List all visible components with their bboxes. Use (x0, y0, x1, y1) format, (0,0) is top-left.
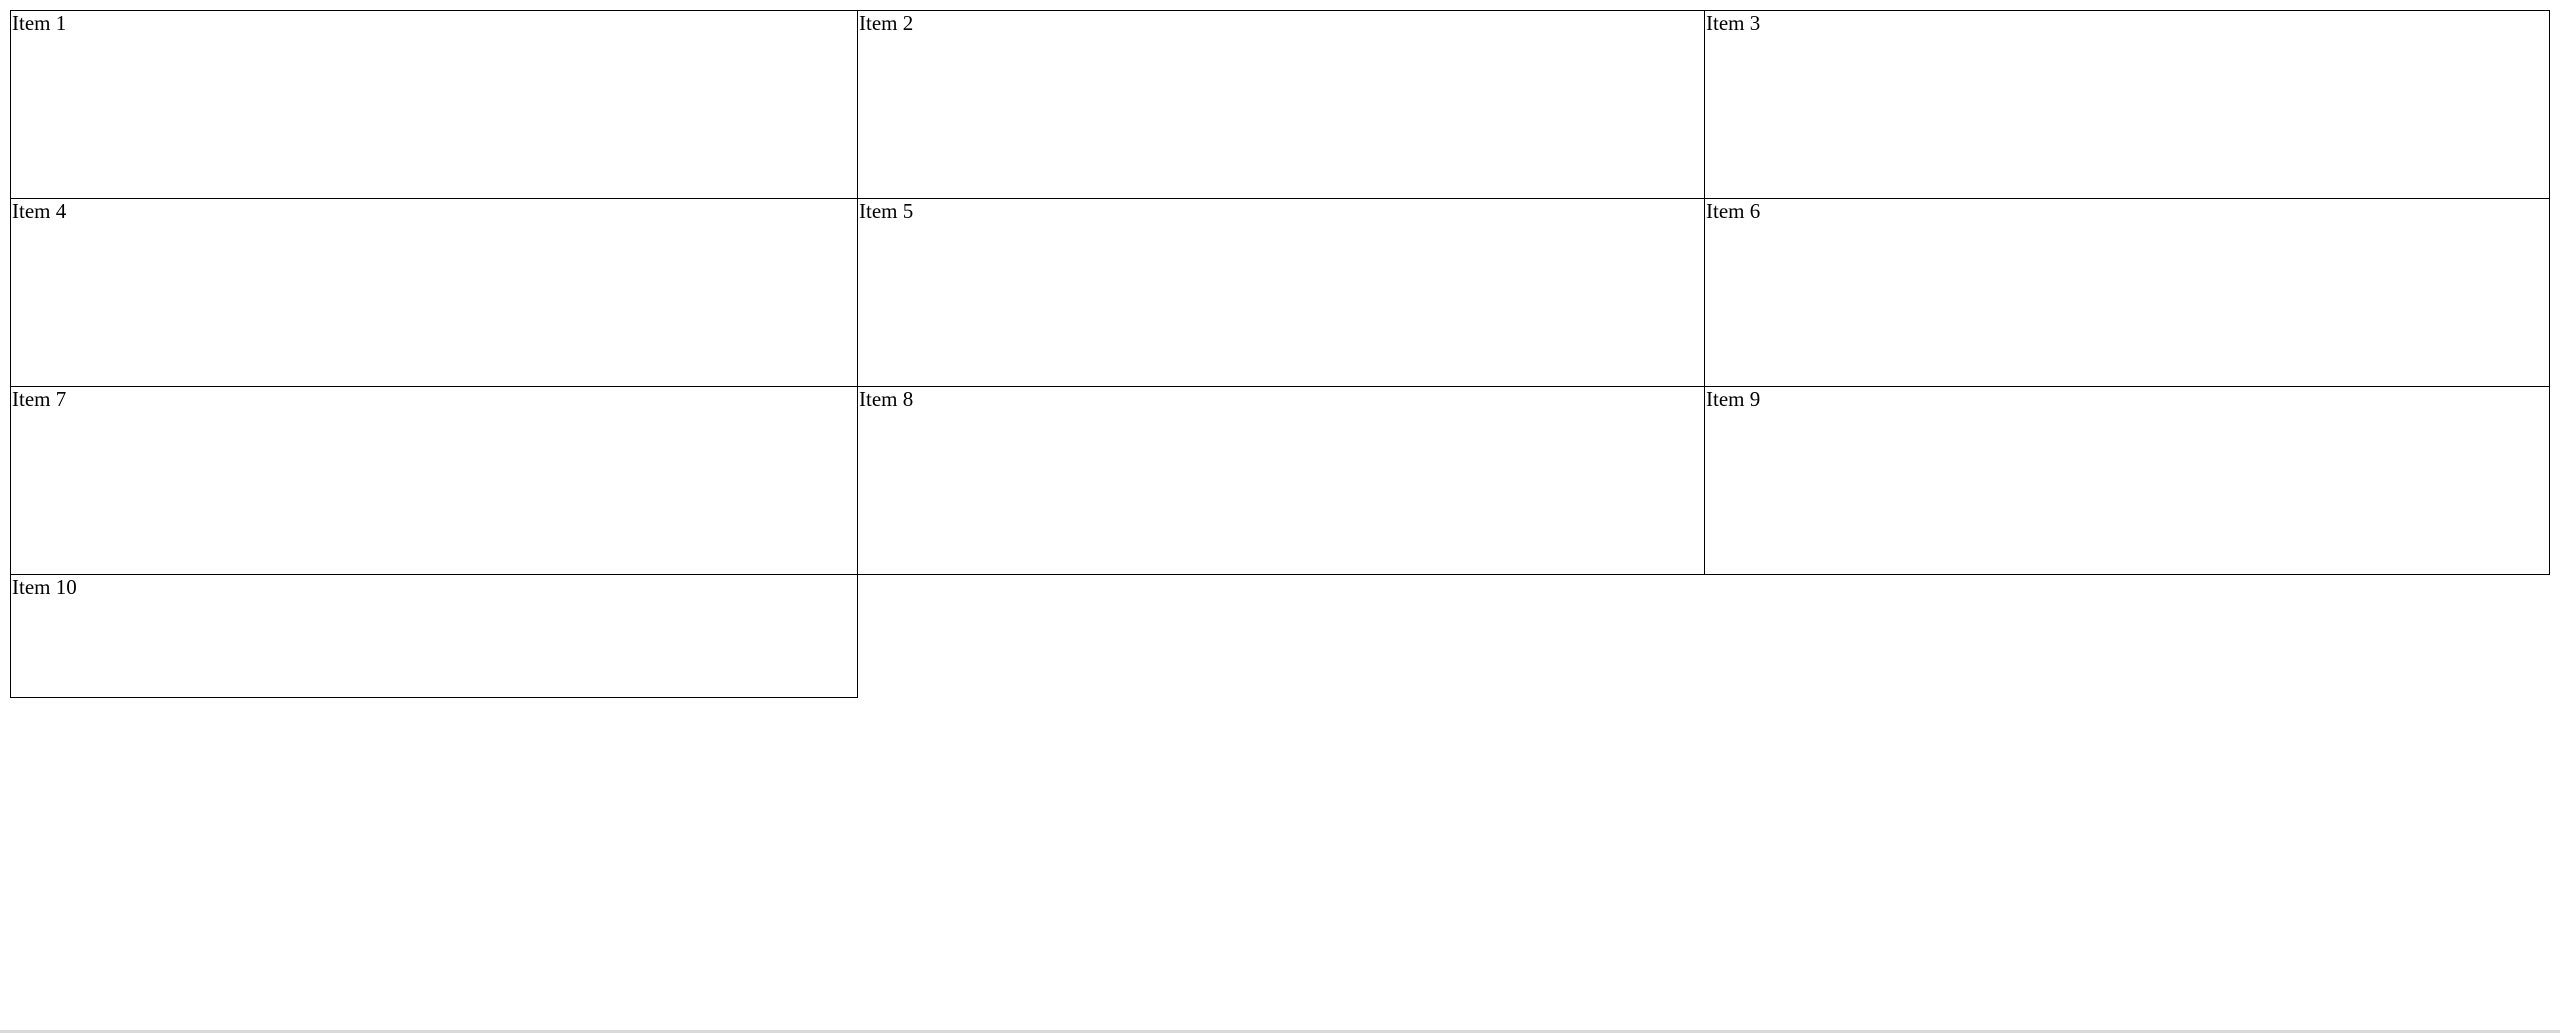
grid-item-4: Item 4 (10, 198, 858, 387)
grid-item-3: Item 3 (1704, 10, 2550, 199)
grid-item-1: Item 1 (10, 10, 858, 199)
grid-item-10: Item 10 (10, 574, 858, 698)
grid-item-5: Item 5 (857, 198, 1705, 387)
grid-item-6: Item 6 (1704, 198, 2550, 387)
grid-item-2: Item 2 (857, 10, 1705, 199)
items-grid: Item 1 Item 2 Item 3 Item 4 Item 5 Item … (10, 10, 2550, 698)
grid-item-7: Item 7 (10, 386, 858, 575)
grid-item-9: Item 9 (1704, 386, 2550, 575)
grid-item-8: Item 8 (857, 386, 1705, 575)
